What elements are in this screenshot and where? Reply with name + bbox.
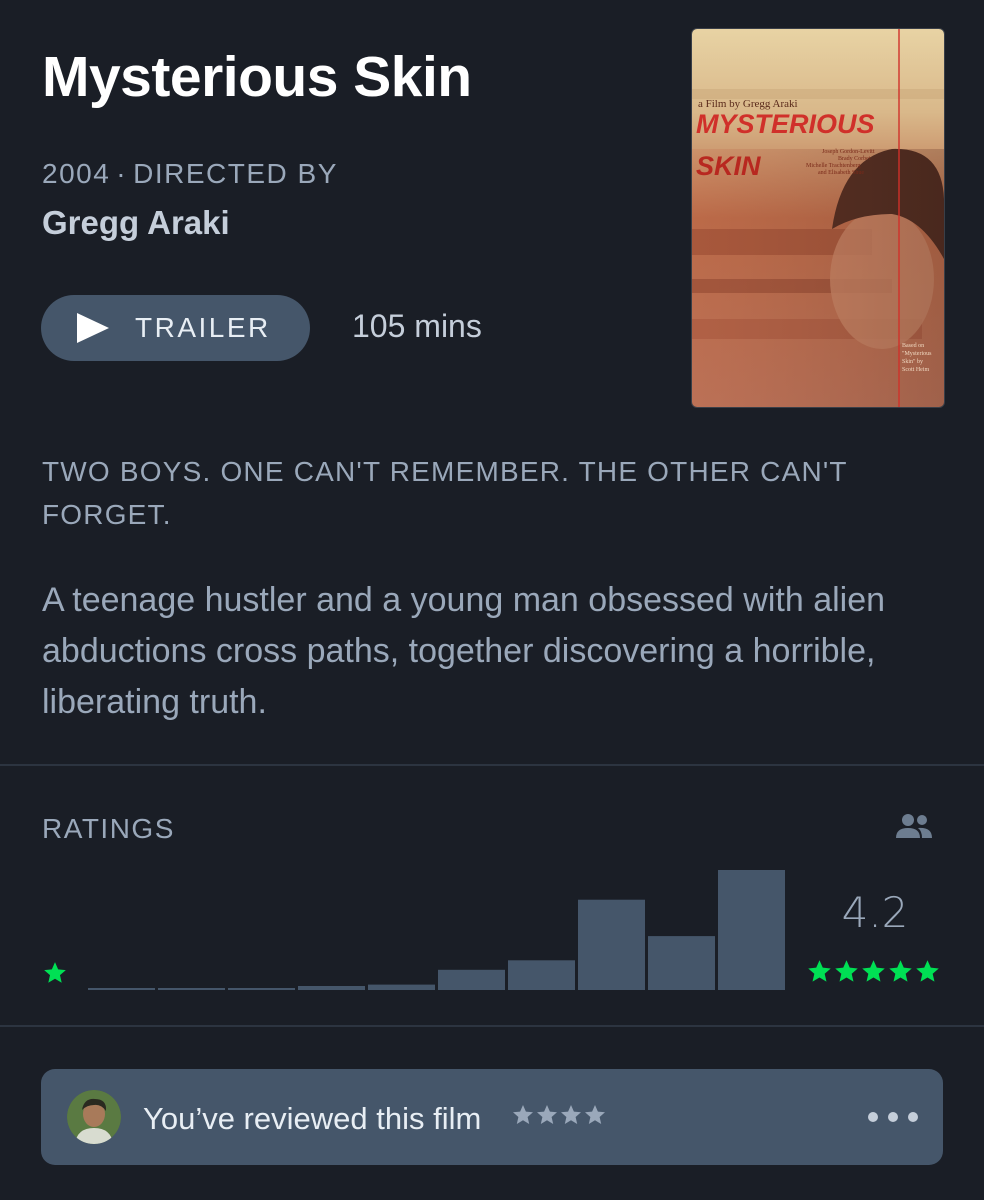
histogram-bar-2.5[interactable] bbox=[368, 984, 435, 990]
avatar[interactable] bbox=[67, 1090, 121, 1144]
synopsis[interactable]: A teenage hustler and a young man obsess… bbox=[42, 575, 952, 728]
histogram-bar-1.5[interactable] bbox=[228, 988, 295, 990]
poster-based-on-3: Skin" by bbox=[902, 359, 923, 365]
five-star-icon bbox=[806, 958, 946, 986]
poster-based-on-1: Based on bbox=[902, 343, 924, 349]
tagline: TWO BOYS. ONE CAN'T REMEMBER. THE OTHER … bbox=[42, 456, 848, 530]
star-icon bbox=[862, 960, 885, 982]
play-icon bbox=[77, 313, 109, 343]
star-icon bbox=[916, 960, 939, 982]
meta-separator: · bbox=[116, 158, 128, 189]
ratings-label: RATINGS bbox=[42, 813, 175, 844]
poster-cast-3: Michelle Trachtenberg bbox=[806, 163, 860, 169]
trailer-button[interactable]: TRAILER bbox=[41, 295, 310, 361]
star-icon bbox=[537, 1105, 557, 1124]
histogram-bar-4[interactable] bbox=[578, 899, 645, 990]
poster-cast-1: Joseph Gordon-Levitt bbox=[822, 149, 875, 155]
directed-by-label: DIRECTED BY bbox=[133, 158, 338, 189]
more-icon[interactable] bbox=[867, 1107, 919, 1127]
star-icon bbox=[513, 1105, 533, 1124]
histogram-bar-3[interactable] bbox=[438, 969, 505, 990]
poster-cast-4: and Elisabeth Shue bbox=[818, 170, 864, 176]
director-name[interactable]: Gregg Araki bbox=[42, 204, 230, 242]
poster-cast-2: Brady Corbet bbox=[838, 156, 871, 162]
film-detail-page: Mysterious Skin 2004 · DIRECTED BY Gregg A… bbox=[0, 0, 984, 1200]
poster-title-line1: MYSTERIOUS bbox=[696, 109, 875, 139]
star-icon bbox=[889, 960, 912, 982]
histogram-bar-1[interactable] bbox=[158, 988, 225, 990]
people-icon[interactable] bbox=[894, 812, 934, 842]
poster-title-line2: SKIN bbox=[696, 151, 761, 181]
histogram-bar-0.5[interactable] bbox=[88, 988, 155, 990]
star-icon bbox=[835, 960, 858, 982]
histogram-bar-2[interactable] bbox=[298, 986, 365, 990]
star-icon bbox=[808, 960, 831, 982]
runtime: 105 mins bbox=[352, 308, 482, 344]
poster-image: a Film by Gregg Araki MYSTERIOUS SKIN Jo… bbox=[692, 29, 944, 407]
poster-based-on-4: Scott Heim bbox=[902, 367, 929, 373]
average-rating: 4.2 bbox=[841, 888, 909, 937]
review-status-text: You’ve reviewed this film bbox=[143, 1101, 482, 1136]
trailer-label: TRAILER bbox=[135, 312, 271, 343]
section-divider bbox=[0, 1025, 984, 1027]
release-year[interactable]: 2004 bbox=[42, 158, 110, 189]
histogram-bar-5[interactable] bbox=[718, 870, 785, 990]
histogram-bar-3.5[interactable] bbox=[508, 960, 575, 990]
film-title: Mysterious Skin bbox=[42, 45, 472, 109]
review-rating-stars bbox=[511, 1103, 607, 1127]
star-icon bbox=[44, 962, 66, 983]
histogram-bar-4.5[interactable] bbox=[648, 936, 715, 990]
ratings-histogram[interactable] bbox=[88, 850, 788, 990]
film-meta: 2004 · DIRECTED BY bbox=[42, 158, 338, 190]
your-review-card[interactable]: You’ve reviewed this film bbox=[41, 1069, 943, 1165]
poster-based-on-2: "Mysterious bbox=[902, 351, 932, 357]
section-divider bbox=[0, 764, 984, 766]
film-poster[interactable]: a Film by Gregg Araki MYSTERIOUS SKIN Jo… bbox=[691, 28, 945, 408]
star-icon bbox=[561, 1105, 581, 1124]
star-icon bbox=[585, 1105, 605, 1124]
